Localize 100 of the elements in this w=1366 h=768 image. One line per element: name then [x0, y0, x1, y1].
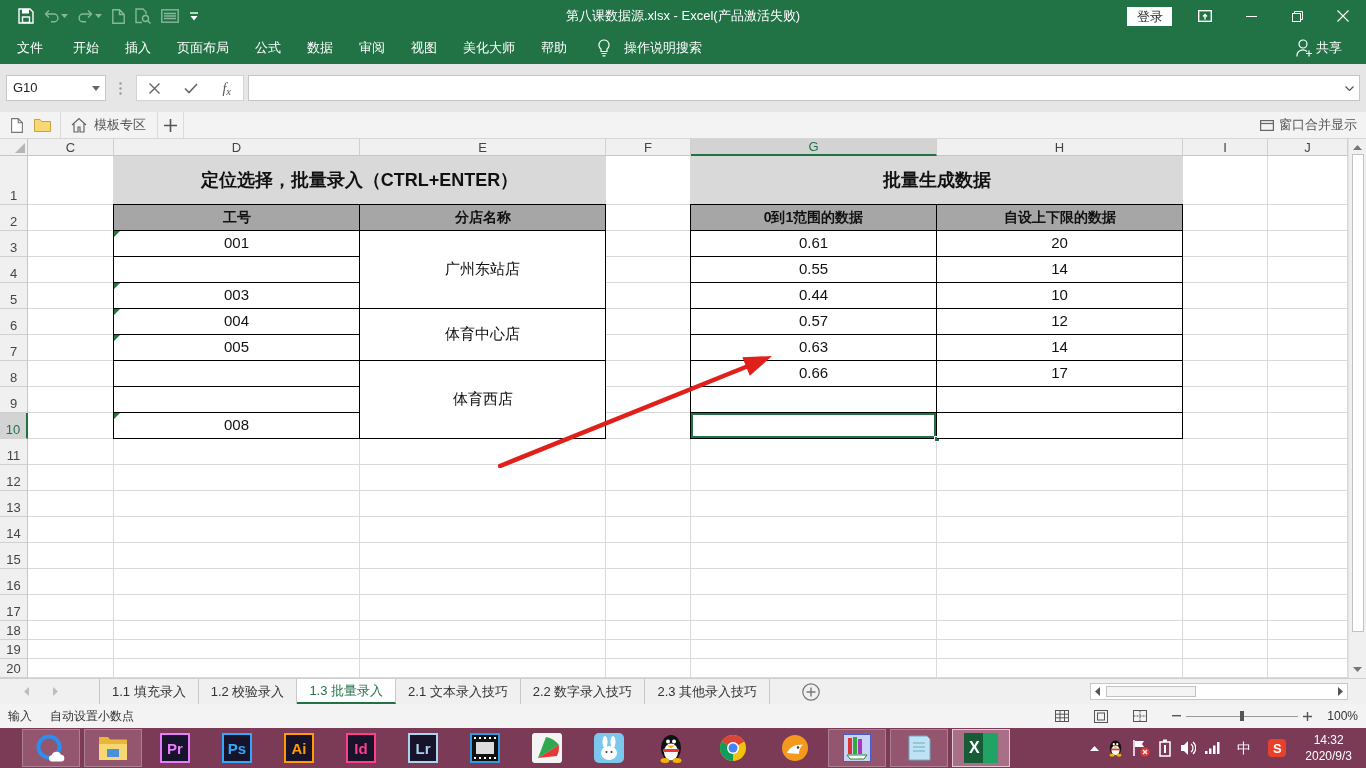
column-letter[interactable]: I	[1183, 139, 1268, 156]
chevron-down-icon[interactable]	[1345, 85, 1354, 91]
row-number[interactable]: 19	[0, 640, 28, 659]
table-cell[interactable]	[937, 413, 1183, 439]
login-button[interactable]: 登录	[1127, 6, 1172, 26]
column-letter[interactable]: E	[360, 139, 606, 156]
folder-icon[interactable]	[98, 735, 128, 761]
table-cell[interactable]: 14	[937, 335, 1183, 361]
taskbar-button[interactable]: Lr	[394, 729, 452, 767]
person-add-icon[interactable]	[1296, 39, 1312, 57]
table-cell[interactable]	[113, 361, 360, 387]
penguin-icon[interactable]	[1108, 739, 1124, 757]
rabbit-icon[interactable]	[594, 733, 624, 763]
row-number[interactable]: 10	[0, 413, 28, 439]
row-number[interactable]: 2	[0, 205, 28, 231]
bar-caret-icon[interactable]	[189, 11, 199, 21]
zoom-level[interactable]: 100%	[1327, 707, 1358, 725]
row-number[interactable]: 11	[0, 439, 28, 465]
app-logo[interactable]: Lr	[408, 733, 438, 763]
table-cell[interactable]: 0.61	[690, 231, 937, 257]
scroll-left-icon[interactable]	[1095, 687, 1100, 696]
ribbon-tab[interactable]: 审阅	[346, 32, 398, 64]
scrollbar-thumb[interactable]	[1106, 686, 1196, 697]
table-cell[interactable]	[113, 387, 360, 413]
zoom-slider-thumb[interactable]	[1240, 711, 1245, 721]
row-number[interactable]: 7	[0, 335, 28, 361]
nested-squares-icon[interactable]	[1094, 709, 1109, 723]
row-number[interactable]: 6	[0, 309, 28, 335]
row-number[interactable]: 17	[0, 595, 28, 621]
table-cell[interactable]: 20	[937, 231, 1183, 257]
tell-me-search[interactable]: 操作说明搜索	[598, 32, 702, 64]
table-cell[interactable]: 005	[113, 335, 360, 361]
table-cell[interactable]: 004	[113, 309, 360, 335]
selected-cell[interactable]	[690, 413, 937, 439]
ime-indicator[interactable]: 中	[1237, 737, 1252, 759]
minus-icon[interactable]	[1172, 715, 1182, 717]
row-number[interactable]: 16	[0, 569, 28, 595]
ribbon-tab[interactable]: 公式	[242, 32, 294, 64]
lightbulb-icon[interactable]	[598, 39, 610, 57]
table-cell[interactable]: 008	[113, 413, 360, 439]
taskbar-button[interactable]: Pr	[146, 729, 204, 767]
column-letter[interactable]: H	[937, 139, 1183, 156]
row-number[interactable]: 1	[0, 156, 28, 205]
bird-head-icon[interactable]	[781, 734, 809, 762]
row-number[interactable]: 14	[0, 517, 28, 543]
close-icon[interactable]	[1337, 10, 1349, 22]
table-cell[interactable]: 0.66	[690, 361, 937, 387]
plus-icon[interactable]	[164, 118, 177, 132]
scroll-down-icon[interactable]	[1353, 667, 1362, 672]
box-arrow-up-icon[interactable]	[1198, 10, 1212, 22]
row-number[interactable]: 12	[0, 465, 28, 491]
restore-icon[interactable]	[1291, 10, 1303, 22]
speaker-icon[interactable]	[1180, 740, 1197, 756]
column-letter[interactable]: D	[114, 139, 360, 156]
insert-function-button[interactable]: f$_{x}$	[222, 77, 231, 99]
row-number[interactable]: 3	[0, 231, 28, 257]
battery-icon[interactable]	[1159, 739, 1172, 757]
caret-up-icon[interactable]	[1090, 745, 1100, 751]
app-logo[interactable]: Ps	[222, 733, 252, 763]
name-box[interactable]: G10	[6, 75, 106, 101]
check-icon[interactable]	[184, 82, 199, 94]
taskbar-button[interactable]: Ps	[208, 729, 266, 767]
save-icon[interactable]	[18, 8, 34, 24]
table-cell[interactable]	[937, 387, 1183, 413]
taskbar-button[interactable]: Id	[332, 729, 390, 767]
row-number[interactable]: 9	[0, 387, 28, 413]
ribbon-tab[interactable]: 插入	[112, 32, 164, 64]
app-logo[interactable]: Pr	[160, 733, 190, 763]
ribbon-tab[interactable]: 文件	[4, 32, 60, 64]
table-cell[interactable]: 001	[113, 231, 360, 257]
app-logo[interactable]: X	[964, 733, 998, 763]
app-logo[interactable]: S	[1268, 739, 1287, 757]
home-icon[interactable]	[71, 117, 87, 133]
plus-icon[interactable]	[1303, 711, 1313, 721]
circled-plus-icon[interactable]	[802, 682, 821, 701]
table-cell[interactable]: 003	[113, 283, 360, 309]
table-cell[interactable]: 0.44	[690, 283, 937, 309]
grid-icon[interactable]	[1055, 710, 1070, 722]
ribbon-tab[interactable]: 视图	[398, 32, 450, 64]
cross-icon[interactable]	[149, 82, 160, 94]
color-wheel-icon[interactable]	[719, 734, 747, 762]
row-number[interactable]: 13	[0, 491, 28, 517]
share-button[interactable]: 共享	[1296, 32, 1342, 64]
app-logo[interactable]: Ai	[284, 733, 314, 763]
table-cell[interactable]: 体育中心店	[360, 309, 606, 361]
row-number[interactable]: 5	[0, 283, 28, 309]
sheet-tab[interactable]: 1.3 批量录入	[297, 679, 397, 704]
table-cell[interactable]: 17	[937, 361, 1183, 387]
minimize-icon[interactable]	[1245, 15, 1257, 17]
merge-windows-button[interactable]: 窗口合并显示	[1260, 115, 1357, 135]
table-cell[interactable]: 0.57	[690, 309, 937, 335]
signal-icon[interactable]	[1205, 742, 1221, 754]
app-logo[interactable]: Id	[346, 733, 376, 763]
ribbon-tab[interactable]: 帮助	[528, 32, 580, 64]
dropdown-caret-icon[interactable]	[92, 85, 100, 91]
row-number[interactable]: 8	[0, 361, 28, 387]
ribbon-tab[interactable]: 数据	[294, 32, 346, 64]
column-letter[interactable]: C	[28, 139, 114, 156]
ribbon-tab[interactable]: 页面布局	[164, 32, 242, 64]
taskbar-button[interactable]: Ai	[270, 729, 328, 767]
